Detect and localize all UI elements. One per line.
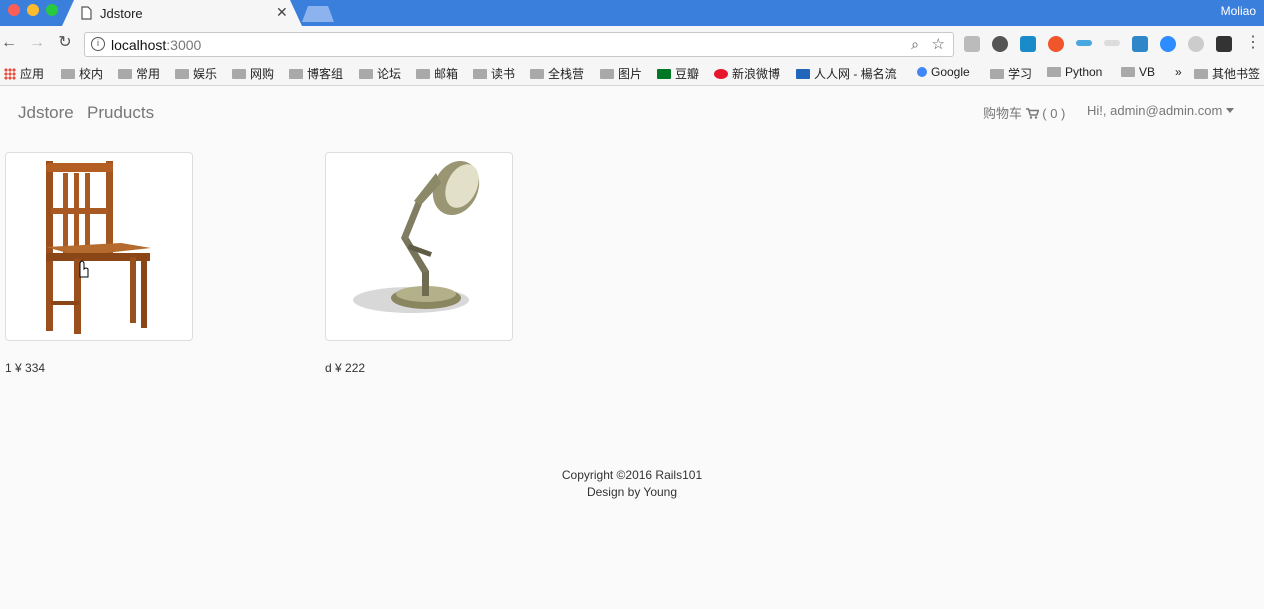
bookmark-item[interactable]: 全栈营: [530, 65, 584, 82]
bookmark-item[interactable]: 论坛: [359, 65, 401, 82]
site-info-icon[interactable]: i: [91, 37, 105, 51]
browser-tab-bar: Jdstore ✕ Moliao: [0, 0, 1264, 26]
douban-icon: [657, 69, 671, 79]
bookmark-item[interactable]: Python: [1047, 65, 1102, 79]
maximize-window-button[interactable]: [46, 4, 58, 16]
screen-extension-icon[interactable]: [1132, 36, 1148, 52]
site-navbar: Jdstore Pruducts 购物车 ( 0 ) Hi!, admin@ad…: [0, 87, 1264, 135]
bookmark-item[interactable]: Google: [917, 65, 970, 79]
bookmark-item[interactable]: 读书: [473, 65, 515, 82]
folder-icon: [600, 69, 614, 79]
url-text[interactable]: localhost:3000: [111, 37, 201, 53]
new-tab-button[interactable]: [302, 6, 334, 22]
page-icon: [81, 6, 92, 20]
folder-icon: [1194, 69, 1208, 79]
product-card: d ¥ 222: [325, 152, 513, 375]
browser-toolbar: ← → ↻ i localhost:3000 ⌕ ☆ ⋮: [0, 26, 1264, 62]
footer-design-credit: Design by Young: [586, 485, 678, 499]
product-price: ¥ 334: [15, 361, 46, 375]
folder-icon: [416, 69, 430, 79]
folder-icon: [61, 69, 75, 79]
folder-icon: [990, 69, 1004, 79]
product-caption: 1 ¥ 334: [5, 361, 45, 375]
product-caption: d ¥ 222: [325, 361, 365, 375]
bookmark-item[interactable]: 博客组: [289, 65, 343, 82]
reload-icon[interactable]: ↻: [56, 34, 74, 52]
brand-link[interactable]: Jdstore: [18, 103, 74, 123]
product-card: 1 ¥ 334: [5, 152, 193, 375]
rainbow-extension-icon[interactable]: [1076, 40, 1092, 46]
apps-icon: [4, 68, 16, 80]
folder-icon: [232, 69, 246, 79]
minimize-window-button[interactable]: [27, 4, 39, 16]
wooden-chair-image: [46, 161, 151, 334]
browser-tab[interactable]: Jdstore ✕: [62, 0, 302, 26]
folder-icon: [175, 69, 189, 79]
google-icon: [917, 67, 927, 77]
product-name[interactable]: 1: [5, 361, 12, 375]
caret-down-icon: [1226, 108, 1235, 113]
bookmark-item[interactable]: 豆瓣: [657, 65, 699, 82]
folder-icon: [359, 69, 373, 79]
renren-icon: [796, 69, 810, 79]
back-icon[interactable]: ←: [0, 34, 18, 52]
bookmarks-bar: 应用 校内 常用 娱乐 网购 博客组 论坛 邮箱 读书 全栈营 图片 豆瓣 新浪…: [0, 62, 1264, 86]
bookmark-apps[interactable]: 应用: [4, 65, 44, 82]
product-thumbnail[interactable]: [5, 152, 193, 341]
address-bar[interactable]: i localhost:3000 ⌕ ☆: [84, 32, 954, 57]
folder-icon: [289, 69, 303, 79]
account-dropdown[interactable]: Hi!, admin@admin.com: [1087, 103, 1235, 118]
bookmark-item[interactable]: 图片: [600, 65, 642, 82]
bookmark-item[interactable]: 新浪微博: [714, 65, 780, 82]
forward-icon[interactable]: →: [28, 34, 46, 52]
bookmark-item[interactable]: VB: [1121, 65, 1155, 79]
evernote-extension-icon[interactable]: [992, 36, 1008, 52]
folder-icon: [473, 69, 487, 79]
tab-close-icon[interactable]: ✕: [276, 4, 288, 21]
badge-extension-icon[interactable]: [1216, 36, 1232, 52]
folder-icon: [118, 69, 132, 79]
bookmark-item[interactable]: 其他书签: [1194, 65, 1260, 82]
tab-title: Jdstore: [100, 6, 143, 21]
cart-link[interactable]: 购物车 ( 0 ): [983, 103, 1065, 122]
k-extension-icon[interactable]: [1020, 36, 1036, 52]
folder-icon: [1121, 67, 1135, 77]
orange-extension-icon[interactable]: [1048, 36, 1064, 52]
bookmark-item[interactable]: 邮箱: [416, 65, 458, 82]
close-window-button[interactable]: [8, 4, 20, 16]
bookmark-item[interactable]: 人人网 - 楊名流: [796, 65, 897, 82]
weibo-icon: [714, 69, 728, 79]
browser-user-name[interactable]: Moliao: [1221, 4, 1256, 18]
gmail-extension-icon[interactable]: [964, 36, 980, 52]
bookmark-item[interactable]: 娱乐: [175, 65, 217, 82]
gray-extension-icon[interactable]: [1188, 36, 1204, 52]
menu-icon[interactable]: ⋮: [1244, 34, 1262, 52]
product-thumbnail[interactable]: [325, 152, 513, 341]
zoom-extension-icon[interactable]: [1160, 36, 1176, 52]
more-bookmarks-icon[interactable]: »: [1175, 65, 1182, 79]
product-price: ¥ 222: [335, 361, 366, 375]
bookmark-item[interactable]: 网购: [232, 65, 274, 82]
footer-copyright: Copyright ©2016 Rails101: [561, 468, 703, 482]
bookmark-item[interactable]: 校内: [61, 65, 103, 82]
desk-lamp-image: [353, 160, 480, 313]
search-icon[interactable]: ⌕: [911, 36, 919, 53]
bookmark-item[interactable]: 常用: [118, 65, 160, 82]
product-name[interactable]: d: [325, 361, 332, 375]
folder-icon: [530, 69, 544, 79]
bookmark-item[interactable]: 学习: [990, 65, 1032, 82]
chevron-extension-icon[interactable]: [1104, 40, 1120, 46]
products-nav-link[interactable]: Pruducts: [87, 103, 154, 123]
cart-icon: [1025, 108, 1040, 119]
folder-icon: [1047, 67, 1061, 77]
bookmark-star-icon[interactable]: ☆: [932, 35, 945, 53]
page-footer: Copyright ©2016 Rails101 Design by Young: [0, 467, 1264, 501]
